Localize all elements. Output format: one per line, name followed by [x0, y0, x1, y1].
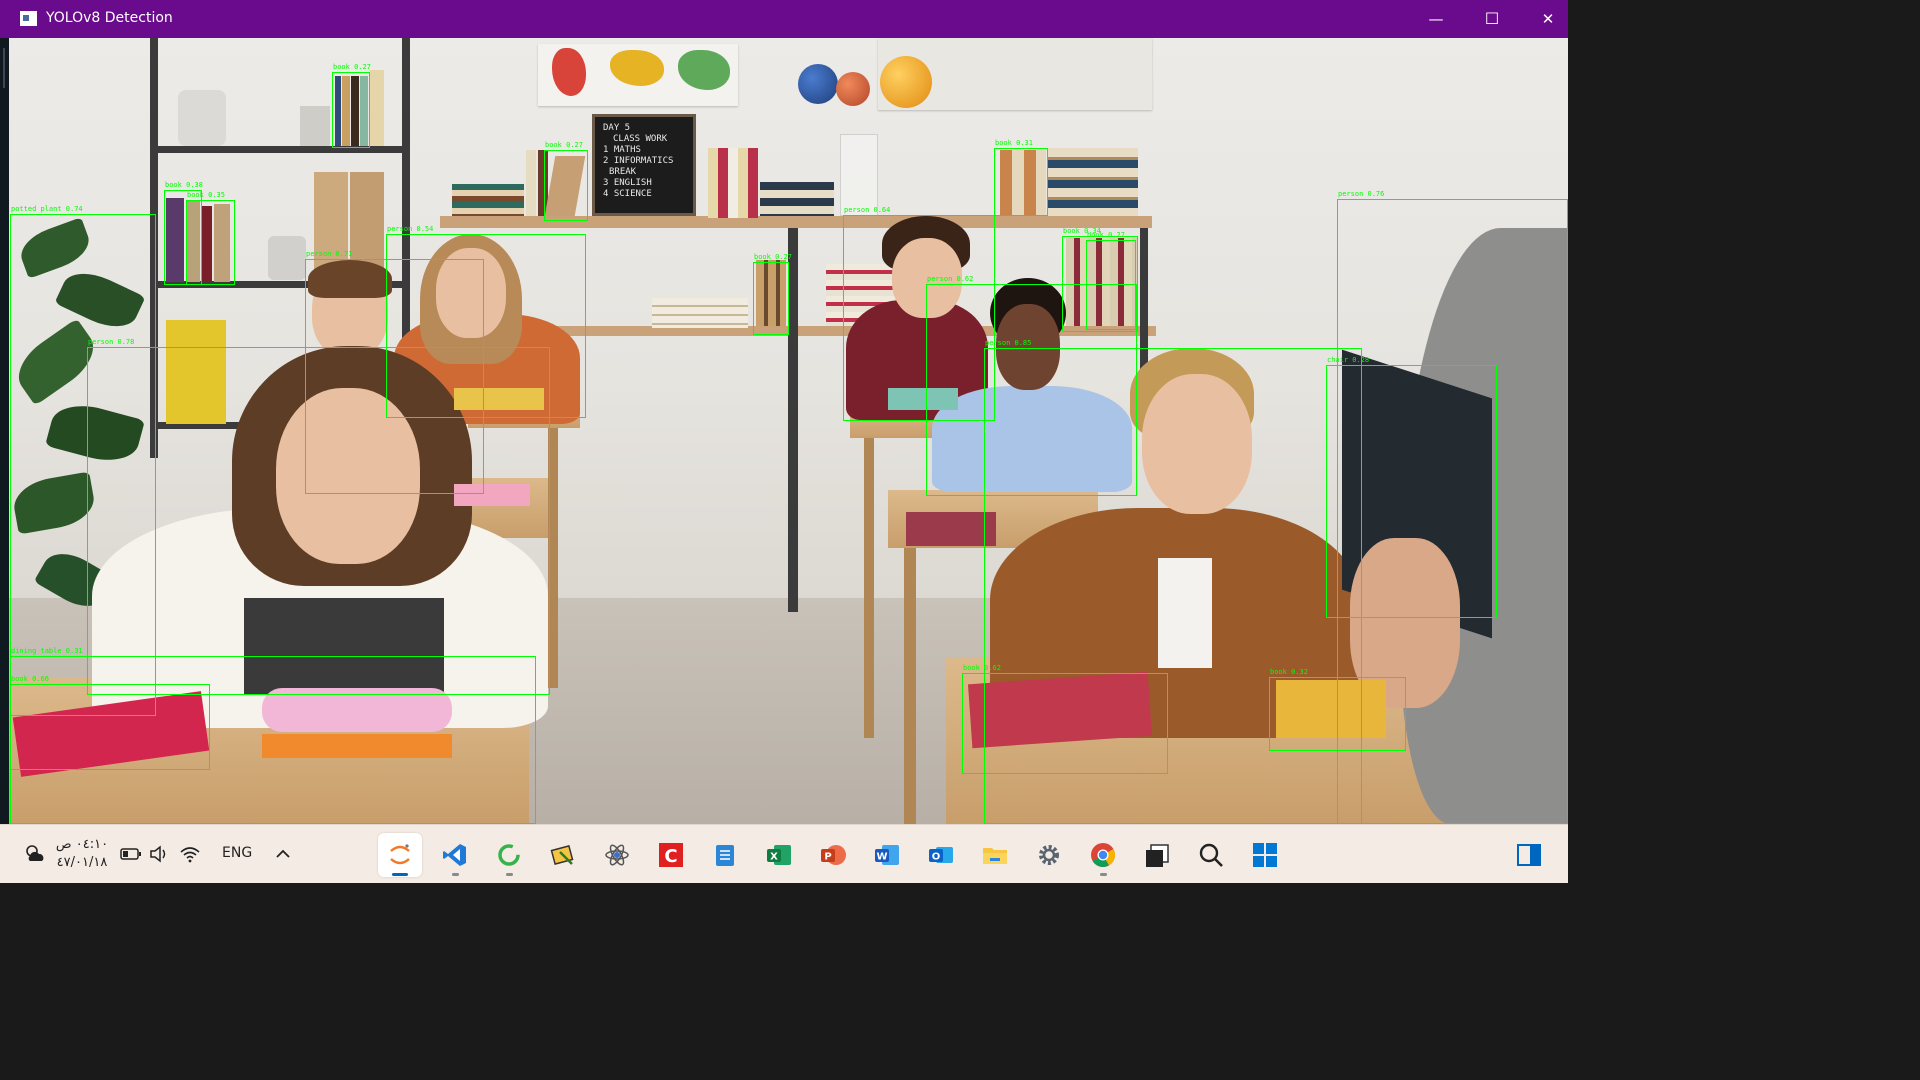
minimize-button[interactable]: —: [1408, 0, 1464, 38]
shelf-post: [788, 228, 798, 612]
svg-text:W: W: [876, 852, 887, 863]
class-schedule-board: DAY 5 CLASS WORK 1 MATHS 2 INFORMATICS B…: [592, 114, 696, 216]
show-desktop-widget-icon[interactable]: [1507, 833, 1551, 877]
bookcase-shelf: [158, 146, 408, 153]
desk-leg: [904, 548, 916, 824]
planet-model-yellow: [880, 56, 932, 108]
taskbar-app-word[interactable]: W: [865, 833, 909, 877]
svg-text:X: X: [770, 852, 778, 863]
board-line: 2 INFORMATICS: [603, 156, 674, 166]
svg-text:C: C: [664, 846, 677, 867]
desk-leg: [864, 438, 874, 738]
detection-label: book 0.38: [165, 181, 203, 189]
taskbar-app-spinner[interactable]: [487, 833, 531, 877]
detection-label: book 0.31: [995, 139, 1033, 147]
board-line: CLASS WORK: [613, 134, 668, 144]
detection-label: book 0.27: [333, 63, 371, 71]
taskbar-app-file-explorer[interactable]: [973, 833, 1017, 877]
decor-shape: [268, 236, 306, 280]
detection-box: book 0.66: [10, 675, 210, 770]
taskbar-app-chrome[interactable]: [1081, 833, 1125, 877]
language-indicator[interactable]: ENG: [222, 845, 252, 861]
planet-model-red: [836, 72, 870, 106]
glass-vase: [840, 134, 878, 216]
board-line: 1 MATHS: [603, 145, 641, 155]
svg-text:O: O: [932, 852, 941, 863]
board-line: 4 SCIENCE: [603, 189, 652, 199]
book-row: [708, 148, 758, 218]
shelf-book: [526, 150, 536, 216]
detection-label: book 0.27: [1087, 231, 1125, 239]
board-line: DAY 5: [603, 123, 631, 133]
detection-box: book 0.27: [1086, 231, 1136, 330]
book-stack: [652, 298, 748, 328]
book-stack: [760, 182, 834, 216]
detection-box: book 0.27: [544, 141, 588, 221]
detection-label: person 0.76: [1338, 190, 1385, 198]
detection-label: person 0.78: [88, 338, 135, 346]
title-bar[interactable]: YOLOv8 Detection — ☐ ✕: [0, 0, 1568, 38]
detection-box: chair 0.28: [1326, 356, 1497, 618]
detection-label: person 0.64: [844, 206, 891, 214]
clock-time[interactable]: ٠٤:١٠ ص: [52, 836, 112, 854]
taskbar-app-c[interactable]: C: [649, 833, 693, 877]
planet-model-blue: [798, 64, 838, 104]
svg-text:P: P: [824, 852, 831, 863]
taskbar: ٠٤:١٠ ص ٤٧/٠١/١٨ ENG C X P W O: [0, 824, 1568, 883]
window-title: YOLOv8 Detection: [46, 10, 173, 26]
detection-label: book 0.35: [187, 191, 225, 199]
detection-label: person 0.85: [985, 339, 1032, 347]
desk-book: [906, 512, 996, 546]
detection-label: person 0.71: [306, 250, 353, 258]
detection-box: book 0.32: [1269, 668, 1406, 751]
taskbar-app-terminal[interactable]: [1135, 833, 1179, 877]
volume-icon[interactable]: [149, 844, 171, 864]
decor-vase: [178, 90, 226, 146]
detection-image: DAY 5 CLASS WORK 1 MATHS 2 INFORMATICS B…: [0, 38, 1568, 824]
board-line: 3 ENGLISH: [603, 178, 652, 188]
taskbar-app-vscode[interactable]: [433, 833, 477, 877]
detection-box: book 0.27: [332, 63, 371, 148]
shelf-book: [370, 70, 384, 146]
taskbar-app-settings[interactable]: [1027, 833, 1071, 877]
decor-shape: [300, 106, 330, 146]
taskbar-app-excel[interactable]: X: [757, 833, 801, 877]
app-window: YOLOv8 Detection — ☐ ✕ DAY 5 CLASS WORK …: [0, 0, 1568, 883]
detection-label: person 0.62: [927, 275, 974, 283]
detection-label: book 0.66: [11, 675, 49, 683]
taskbar-app-powerpoint[interactable]: P: [811, 833, 855, 877]
board-line: BREAK: [609, 167, 637, 177]
detection-box: person 0.78: [87, 338, 550, 695]
detection-label: book 0.27: [754, 253, 792, 261]
detection-label: chair 0.28: [1327, 356, 1370, 364]
detection-label: person 0.54: [387, 225, 434, 233]
detection-box: book 0.27: [753, 253, 792, 335]
wifi-icon[interactable]: [179, 844, 201, 864]
clock-date[interactable]: ٤٧/٠١/١٨: [52, 854, 112, 872]
start-button[interactable]: [1243, 833, 1287, 877]
taskbar-search[interactable]: [1189, 833, 1233, 877]
close-button[interactable]: ✕: [1520, 0, 1576, 38]
detection-label: dining table 0.31: [11, 647, 83, 655]
battery-icon[interactable]: [120, 845, 142, 863]
taskbar-app-notepad[interactable]: [703, 833, 747, 877]
detection-label: book 0.32: [1270, 668, 1308, 676]
app-window-icon: [20, 11, 37, 26]
detection-label: book 0.27: [545, 141, 583, 149]
taskbar-app-snipping[interactable]: [541, 833, 585, 877]
maximize-button[interactable]: ☐: [1464, 0, 1520, 38]
detection-box: book 0.31: [994, 139, 1048, 216]
book-stack: [1048, 148, 1138, 216]
detection-box: book 0.62: [962, 664, 1168, 774]
book-stack: [452, 184, 524, 216]
detection-label: book 0.62: [963, 664, 1001, 672]
taskbar-app-outlook[interactable]: O: [919, 833, 963, 877]
chevron-up-icon[interactable]: [274, 845, 292, 863]
detection-box: book 0.35: [186, 191, 235, 285]
window-edge: [0, 38, 9, 824]
detection-label: potted plant 0.74: [11, 205, 83, 213]
taskbar-app-atom[interactable]: [595, 833, 639, 877]
taskbar-app-jupyter[interactable]: [378, 833, 422, 877]
